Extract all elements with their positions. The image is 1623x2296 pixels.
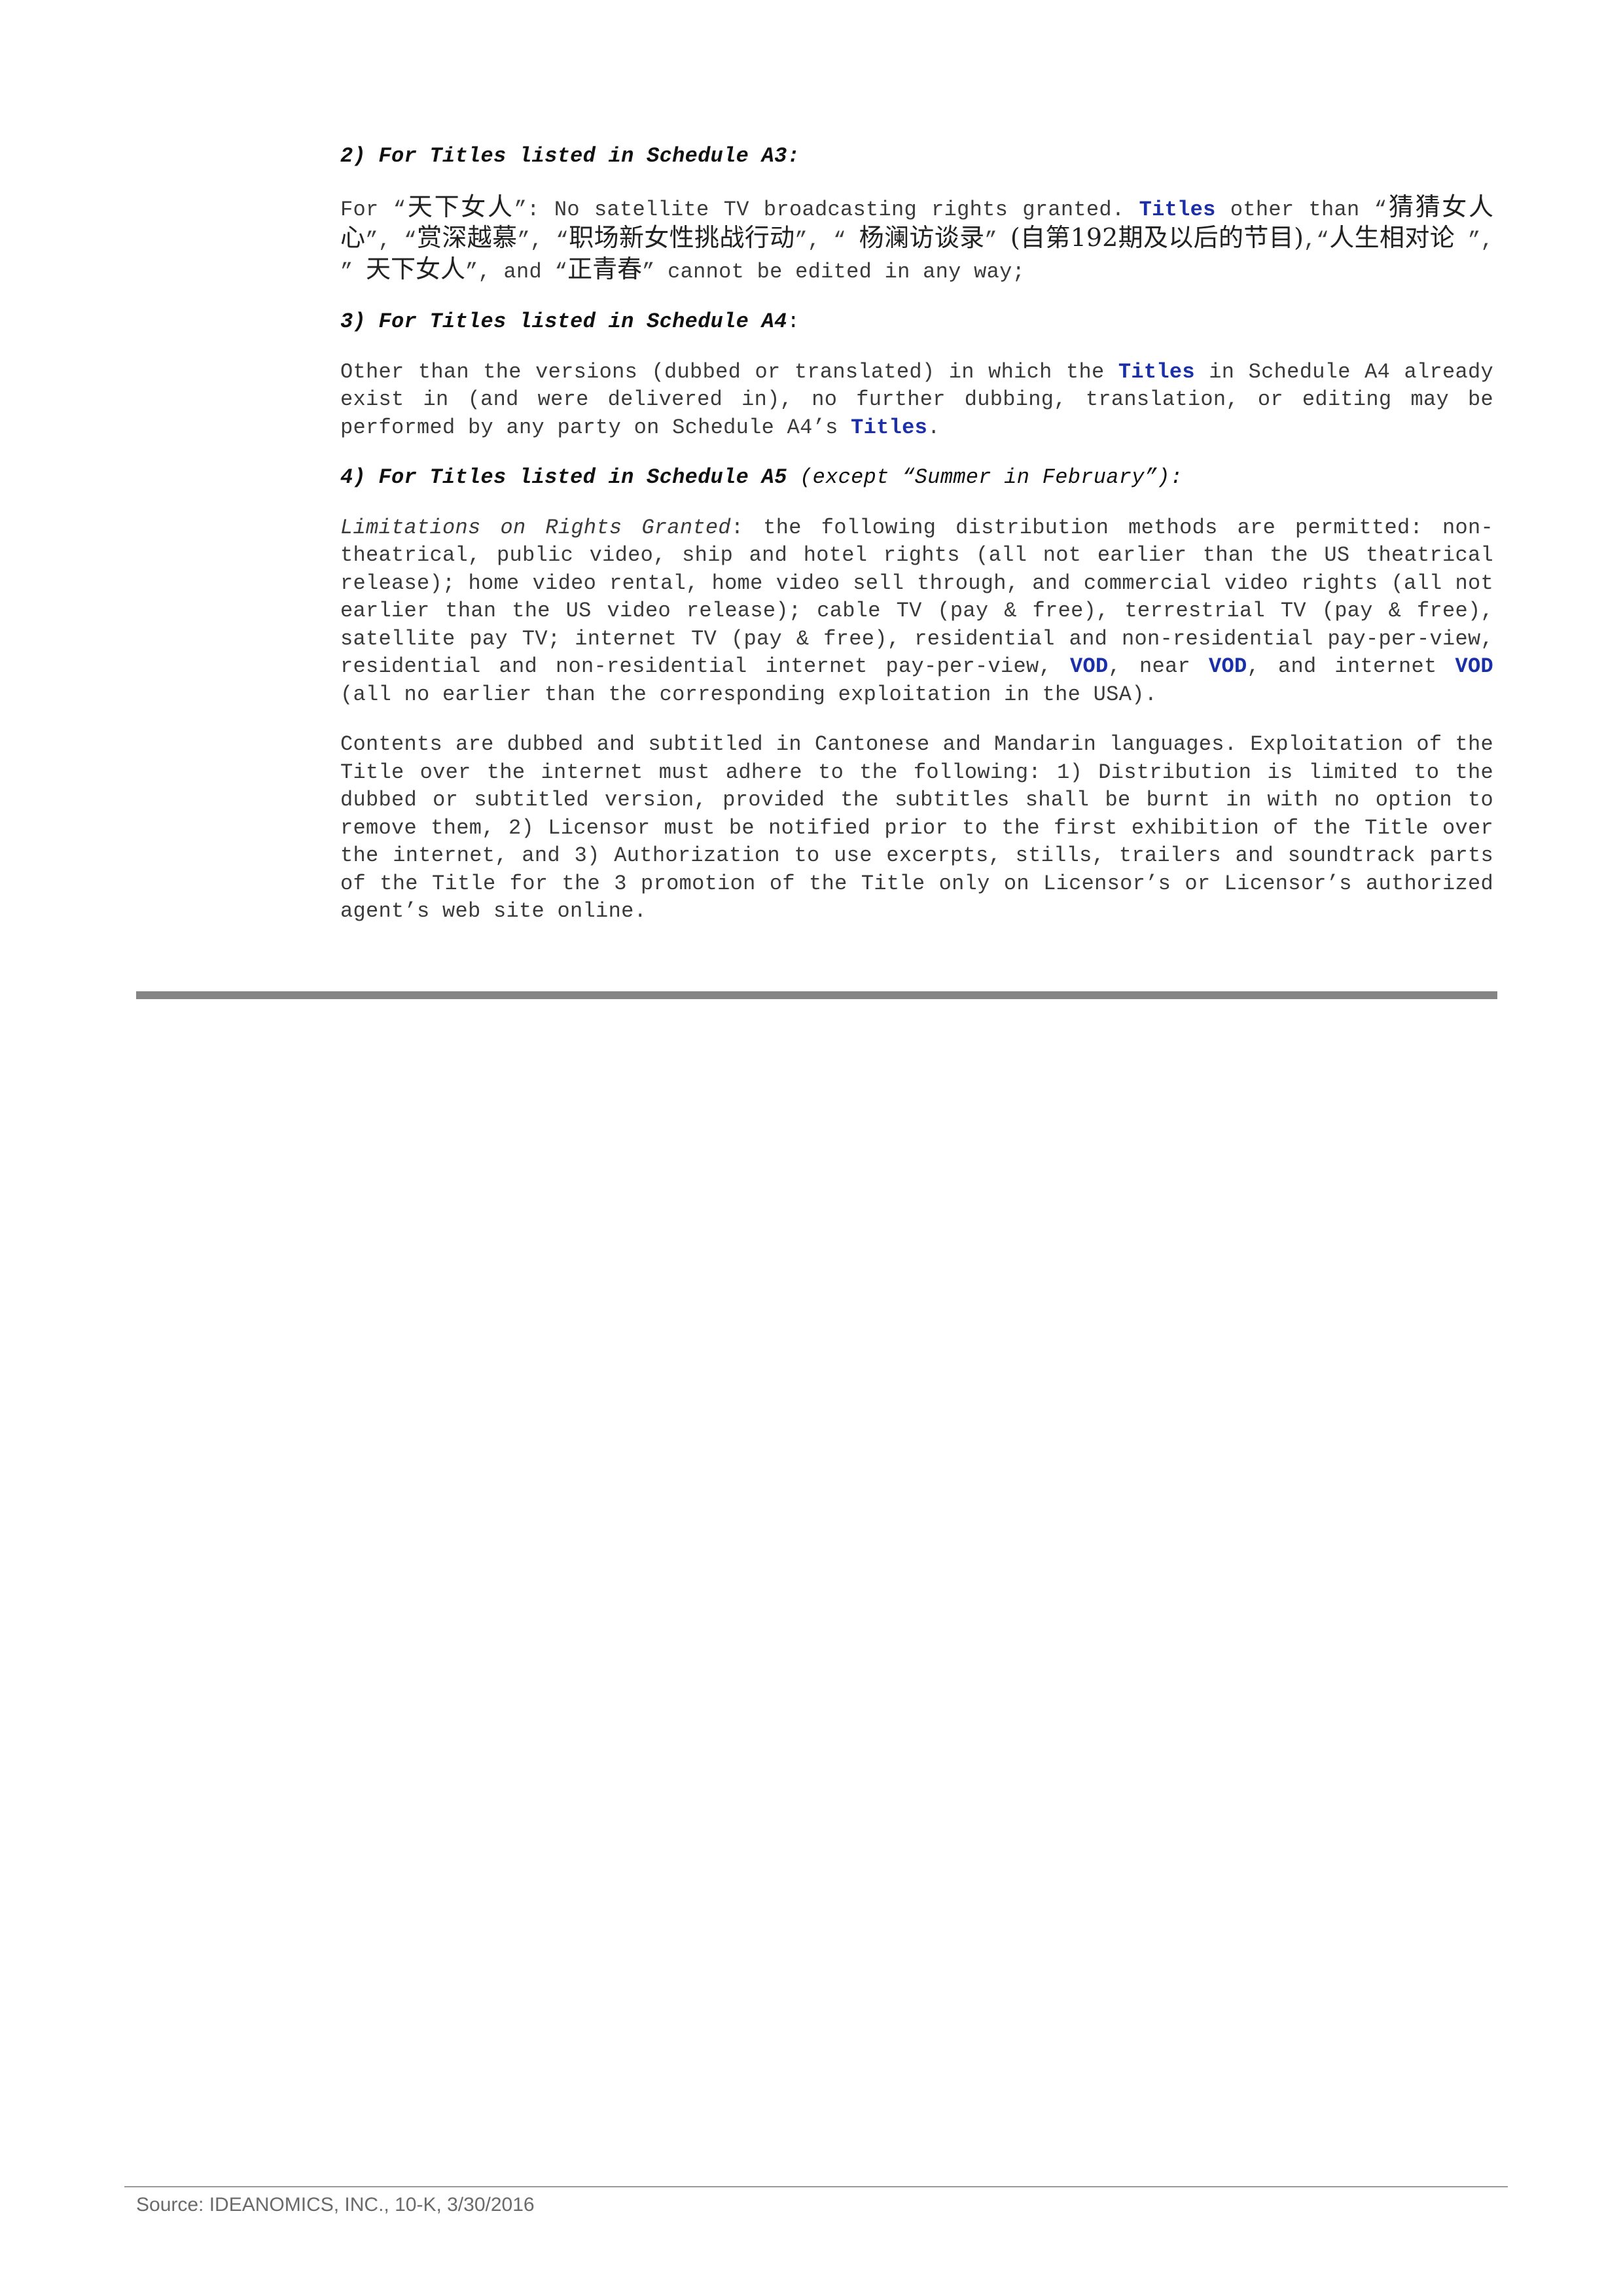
text: (all no earlier than the corresponding e… [340, 682, 1158, 707]
chinese-title: 职场新女性挑战行动 [568, 223, 795, 252]
text: ”, and “ [465, 259, 568, 284]
section-title: For Titles listed in Schedule A3: [378, 144, 800, 168]
text: ”, “ [365, 228, 417, 253]
text: ”: No satellite TV broadcasting rights g… [514, 197, 1125, 222]
text: Other than the versions (dubbed or trans… [340, 359, 1105, 384]
section-note: (except “Summer in February”): [800, 465, 1183, 489]
text: ”, “ [517, 228, 569, 253]
lead-phrase: Limitations on Rights Granted [340, 515, 731, 540]
defined-term: VOD [1455, 654, 1493, 679]
chinese-note: (自第192期及以后的节目) [1010, 223, 1304, 252]
footer-divider [124, 2186, 1508, 2187]
section-a3-heading: 2) For Titles listed in Schedule A3: [340, 143, 1493, 171]
chinese-title: 天下女人 [406, 192, 514, 221]
chinese-title: 杨澜访谈录 [859, 223, 985, 252]
defined-term: Titles [851, 415, 928, 440]
section-a4-paragraph: Other than the versions (dubbed or trans… [340, 359, 1493, 442]
heading-colon: : [787, 309, 800, 334]
chinese-title: 人生相对论 [1329, 223, 1455, 252]
defined-term: VOD [1070, 654, 1109, 679]
section-number: 2) [340, 144, 366, 168]
section-a5-heading: 4) For Titles listed in Schedule A5 (exc… [340, 464, 1493, 492]
document-body: 2) For Titles listed in Schedule A3: For… [340, 143, 1493, 926]
defined-term: Titles [1139, 197, 1216, 222]
section-divider-rule [136, 991, 1497, 999]
section-title: For Titles listed in Schedule A5 [378, 465, 787, 489]
section-a3-paragraph: For “天下女人”: No satellite TV broadcasting… [340, 192, 1493, 287]
section-number: 4) [340, 465, 366, 489]
defined-term: VOD [1208, 654, 1247, 679]
text: ,“ [1303, 228, 1329, 253]
text: , and internet [1247, 654, 1437, 679]
chinese-title: 赏深越慕 [416, 223, 518, 252]
chinese-title: 正青春 [567, 254, 643, 283]
text: ” cannot be edited in any way; [642, 259, 1026, 284]
chinese-title: 天下女人 [366, 254, 466, 283]
section-a5-paragraph-1: Limitations on Rights Granted: the follo… [340, 514, 1493, 709]
text: ”, “ [794, 228, 846, 253]
defined-term: Titles [1118, 359, 1195, 384]
section-number: 3) [340, 309, 366, 334]
text: other than “ [1230, 197, 1387, 222]
text: . [927, 415, 940, 440]
section-title: For Titles listed in Schedule A4 [378, 309, 787, 334]
text: ” [984, 228, 997, 253]
section-a4-heading: 3) For Titles listed in Schedule A4: [340, 308, 1493, 336]
text: For “ [340, 197, 406, 222]
footer-source: Source: IDEANOMICS, INC., 10-K, 3/30/201… [136, 2194, 535, 2216]
text: , near [1108, 654, 1190, 679]
section-a5-paragraph-2: Contents are dubbed and subtitled in Can… [340, 732, 1493, 923]
